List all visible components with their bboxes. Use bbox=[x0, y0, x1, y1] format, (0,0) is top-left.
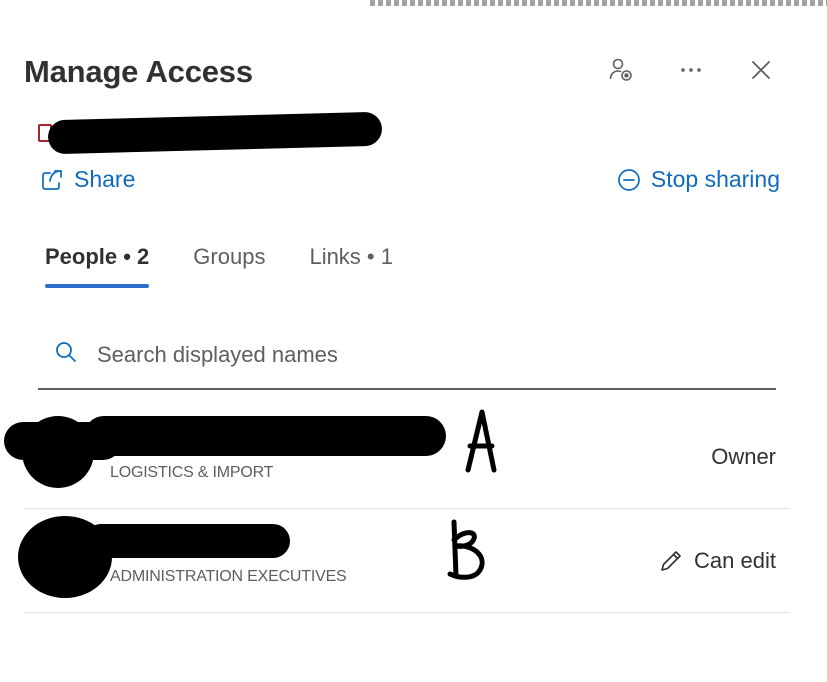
tab-people[interactable]: People • 2 bbox=[45, 244, 150, 288]
more-icon[interactable] bbox=[677, 56, 705, 84]
search-input[interactable] bbox=[95, 338, 739, 372]
share-label: Share bbox=[74, 166, 136, 192]
pencil-icon bbox=[661, 551, 681, 571]
handwritten-annotation bbox=[465, 409, 497, 473]
share-button[interactable]: Share bbox=[40, 166, 135, 193]
redaction-mark bbox=[47, 111, 383, 155]
share-icon bbox=[42, 169, 62, 190]
redaction-mark bbox=[84, 524, 290, 558]
stop-sharing-icon bbox=[618, 168, 640, 191]
redaction-mark bbox=[84, 416, 446, 456]
person-row[interactable]: ADMINISTRATION EXECUTIVES Can edit bbox=[18, 508, 790, 613]
person-row[interactable]: LOGISTICS & IMPORT Owner bbox=[4, 404, 790, 509]
stop-sharing-button[interactable]: Stop sharing bbox=[617, 166, 780, 193]
tab-groups[interactable]: Groups bbox=[193, 244, 265, 288]
person-department: ADMINISTRATION EXECUTIVES bbox=[110, 568, 347, 585]
search-icon bbox=[56, 342, 76, 362]
panel-title: Manage Access bbox=[24, 54, 253, 89]
search-box bbox=[38, 330, 776, 390]
tab-links[interactable]: Links • 1 bbox=[309, 244, 393, 288]
person-role[interactable]: Owner bbox=[711, 444, 776, 470]
person-department: LOGISTICS & IMPORT bbox=[110, 464, 274, 481]
handwritten-annotation bbox=[447, 519, 485, 580]
tab-bar: People • 2 Groups Links • 1 bbox=[45, 244, 393, 288]
role-label: Owner bbox=[711, 444, 776, 469]
person-role[interactable]: Can edit bbox=[658, 548, 776, 574]
role-label: Can edit bbox=[694, 548, 776, 573]
cropped-header-strip bbox=[370, 0, 827, 6]
header-actions bbox=[607, 56, 775, 84]
close-icon[interactable] bbox=[747, 56, 775, 84]
file-row bbox=[38, 111, 383, 155]
stop-sharing-label: Stop sharing bbox=[650, 166, 780, 192]
person-settings-icon[interactable] bbox=[607, 56, 635, 84]
